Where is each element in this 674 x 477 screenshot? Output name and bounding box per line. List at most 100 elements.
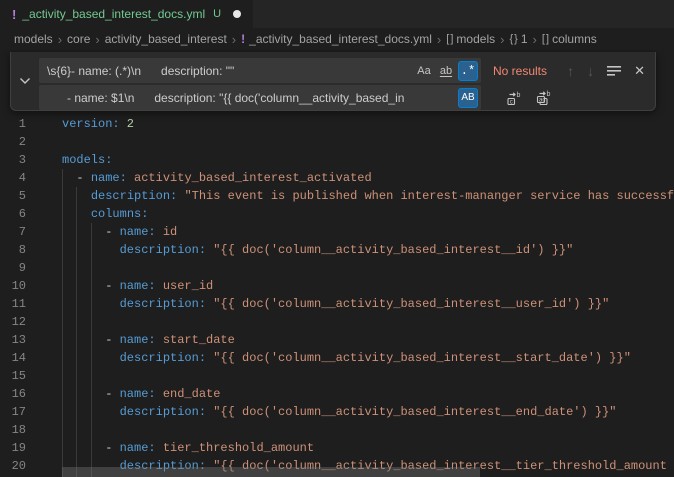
- line-number: 19: [0, 439, 26, 457]
- line-number: 16: [0, 385, 26, 403]
- line-number: 4: [0, 169, 26, 187]
- horizontal-scrollbar[interactable]: [62, 467, 480, 477]
- line-number: 15: [0, 367, 26, 385]
- object-symbol-icon: { }: [509, 33, 516, 45]
- breadcrumb-item-core[interactable]: core: [67, 32, 90, 46]
- breadcrumb-separator: ›: [437, 32, 441, 47]
- yaml-symbol-icon: !: [241, 32, 245, 46]
- find-replace-widget: \s{6}- name: (.*)\n description: "" Aa a…: [10, 52, 656, 111]
- line-number: 18: [0, 421, 26, 439]
- breadcrumb-separator: ›: [95, 32, 99, 47]
- breadcrumb-item-activity_based_interest[interactable]: activity_based_interest: [105, 32, 227, 46]
- find-input[interactable]: \s{6}- name: (.*)\n description: "" Aa a…: [39, 58, 481, 83]
- previous-match-button[interactable]: ↑: [567, 63, 574, 79]
- svg-text:c: c: [510, 99, 513, 105]
- breadcrumb-item-models[interactable]: [ ]models: [446, 32, 495, 46]
- line-number: 20: [0, 457, 26, 475]
- code-line[interactable]: 17 description: "{{ doc('column__activit…: [0, 403, 674, 421]
- line-number: 7: [0, 223, 26, 241]
- preserve-case-button[interactable]: AB: [458, 88, 478, 108]
- replace-button[interactable]: b c: [506, 90, 522, 106]
- replace-icon: b c: [506, 90, 522, 106]
- svg-text:ac: ac: [539, 97, 545, 103]
- breadcrumb-label: 1: [521, 32, 528, 46]
- find-in-selection-button[interactable]: [607, 65, 621, 77]
- breadcrumb-label: core: [67, 32, 90, 46]
- code-line[interactable]: 16 - name: end_date: [0, 385, 674, 403]
- replace-input[interactable]: - name: $1\n description: "{{ doc('colum…: [39, 85, 481, 110]
- line-number: 13: [0, 331, 26, 349]
- code-line[interactable]: 13 - name: start_date: [0, 331, 674, 349]
- line-number: 1: [0, 115, 26, 133]
- code-line[interactable]: 12: [0, 313, 674, 331]
- breadcrumb-separator: ›: [58, 32, 62, 47]
- tab-bar: ! _activity_based_interest_docs.yml U: [0, 0, 674, 28]
- code-line[interactable]: 15: [0, 367, 674, 385]
- unsaved-changes-indicator[interactable]: [233, 10, 241, 18]
- editor-tab[interactable]: ! _activity_based_interest_docs.yml U: [0, 0, 253, 28]
- match-case-button[interactable]: Aa: [414, 61, 434, 81]
- line-number: 10: [0, 277, 26, 295]
- line-number: 3: [0, 151, 26, 169]
- chevron-down-icon: [19, 77, 31, 85]
- breadcrumb: models › core › activity_based_interest ›! _ac…: [0, 28, 674, 50]
- line-number: 11: [0, 295, 26, 313]
- line-content: - name: tier_threshold_amount: [26, 439, 314, 457]
- breadcrumb-label: models: [456, 32, 495, 46]
- line-content: [26, 133, 62, 151]
- vscode-window: ! _activity_based_interest_docs.yml U mo…: [0, 0, 674, 477]
- line-content: - name: activity_based_interest_activate…: [26, 169, 372, 187]
- code-line[interactable]: 3models:: [0, 151, 674, 169]
- code-line[interactable]: 1version: 2: [0, 115, 674, 133]
- line-content: - name: start_date: [26, 331, 235, 349]
- toggle-replace-button[interactable]: [11, 52, 38, 110]
- code-line[interactable]: 18: [0, 421, 674, 439]
- breadcrumb-item-_activity_based_interest_docs.yml[interactable]: ! _activity_based_interest_docs.yml: [241, 32, 432, 46]
- whole-word-button[interactable]: ab: [436, 61, 456, 81]
- breadcrumb-item-columns[interactable]: [ ]columns: [542, 32, 597, 46]
- breadcrumb-separator: ›: [533, 32, 537, 47]
- tab-filename: _activity_based_interest_docs.yml: [22, 7, 205, 21]
- line-content: version: 2: [26, 115, 134, 133]
- line-content: description: "{{ doc('column__activity_b…: [26, 403, 617, 421]
- code-line[interactable]: 2: [0, 133, 674, 151]
- line-number: 6: [0, 205, 26, 223]
- svg-text:b: b: [547, 91, 551, 98]
- code-line[interactable]: 5 description: "This event is published …: [0, 187, 674, 205]
- git-status-badge: U: [213, 8, 221, 20]
- code-lines: 1version: 223models:4 - name: activity_b…: [0, 115, 674, 475]
- next-match-button[interactable]: ↓: [587, 63, 594, 79]
- line-number: 8: [0, 241, 26, 259]
- code-line[interactable]: 10 - name: user_id: [0, 277, 674, 295]
- line-number: 17: [0, 403, 26, 421]
- line-content: [26, 421, 62, 439]
- line-content: columns:: [26, 205, 148, 223]
- breadcrumb-label: _activity_based_interest_docs.yml: [249, 32, 432, 46]
- code-line[interactable]: 7 - name: id: [0, 223, 674, 241]
- breadcrumb-separator: ›: [500, 32, 504, 47]
- regex-button[interactable]: .*: [458, 61, 478, 81]
- code-line[interactable]: 11 description: "{{ doc('column__activit…: [0, 295, 674, 313]
- code-line[interactable]: 19 - name: tier_threshold_amount: [0, 439, 674, 457]
- breadcrumb-label: models: [14, 32, 53, 46]
- line-content: models:: [26, 151, 112, 169]
- find-input-value: \s{6}- name: (.*)\n description: "": [47, 64, 412, 78]
- code-line[interactable]: 6 columns:: [0, 205, 674, 223]
- replace-all-icon: b ac: [535, 90, 552, 106]
- line-content: - name: end_date: [26, 385, 220, 403]
- code-line[interactable]: 9: [0, 259, 674, 277]
- line-number: 5: [0, 187, 26, 205]
- code-line[interactable]: 4 - name: activity_based_interest_activa…: [0, 169, 674, 187]
- line-number: 14: [0, 349, 26, 367]
- line-content: description: "This event is published wh…: [26, 187, 674, 205]
- breadcrumb-item-models[interactable]: models: [14, 32, 53, 46]
- line-number: 9: [0, 259, 26, 277]
- breadcrumb-item-1[interactable]: { } 1: [509, 32, 527, 46]
- replace-all-button[interactable]: b ac: [535, 90, 552, 106]
- find-status: No results: [493, 64, 547, 78]
- line-content: description: "{{ doc('column__activity_b…: [26, 349, 631, 367]
- code-line[interactable]: 8 description: "{{ doc('column__activity…: [0, 241, 674, 259]
- code-line[interactable]: 14 description: "{{ doc('column__activit…: [0, 349, 674, 367]
- close-button[interactable]: ✕: [634, 63, 645, 79]
- breadcrumb-label: columns: [552, 32, 597, 46]
